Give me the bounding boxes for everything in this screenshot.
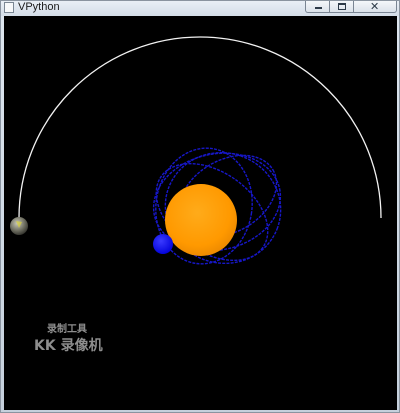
scene-canvas[interactable]: 录制工具 KK 录像机 — [4, 16, 397, 410]
watermark-line-1: 录制工具 — [47, 324, 87, 335]
close-icon: ✕ — [370, 0, 380, 13]
sun-sphere — [165, 184, 237, 256]
minimize-button[interactable] — [305, 1, 330, 13]
vpython-window: VPython ✕ 录制工具 KK 录像机 — [0, 0, 400, 413]
close-button[interactable]: ✕ — [354, 0, 397, 13]
vpython-app-icon[interactable] — [4, 2, 14, 13]
maximize-icon — [338, 3, 346, 10]
maximize-button[interactable] — [330, 1, 354, 13]
title-bar[interactable]: VPython ✕ — [1, 0, 399, 16]
minimize-icon — [315, 7, 322, 9]
planet-sphere — [153, 234, 173, 254]
watermark-line-2: KK 录像机 — [34, 338, 103, 354]
window-title: VPython — [18, 1, 60, 13]
caption-buttons: ✕ — [305, 0, 397, 14]
